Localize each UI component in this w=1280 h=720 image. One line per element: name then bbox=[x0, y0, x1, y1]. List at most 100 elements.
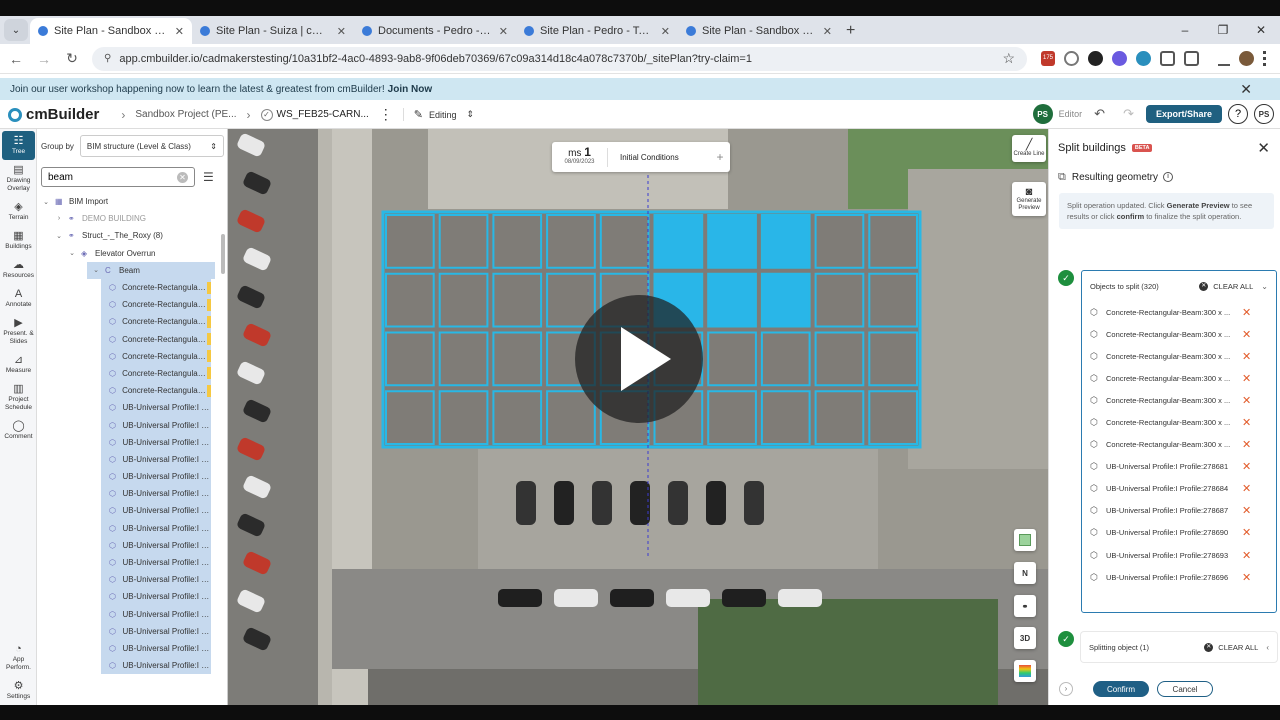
group-by-select[interactable]: BIM structure (Level & Class) ⇕ bbox=[79, 135, 224, 157]
toolbar-schedule[interactable]: ▥ Project Schedule bbox=[0, 379, 37, 416]
puzzle-extension-icon[interactable] bbox=[1184, 51, 1199, 66]
tree-node[interactable]: ⬡ UB-Universal Profile:I Pr... bbox=[101, 571, 211, 589]
tree-node[interactable]: ⬡ Concrete-Rectangular-B... bbox=[101, 313, 211, 331]
tree-node[interactable]: ⬡ Concrete-Rectangular-B... bbox=[101, 330, 211, 348]
tab-close-icon[interactable]: ✕ bbox=[337, 25, 346, 38]
maximize-icon[interactable]: ❐ bbox=[1204, 23, 1242, 37]
basemap-toggle[interactable] bbox=[1014, 529, 1036, 551]
tree-node[interactable]: ⌄ C Beam bbox=[87, 261, 215, 279]
tab-search-icon[interactable]: ⌄ bbox=[4, 19, 28, 41]
browser-tab[interactable]: Site Plan - Suiza | cmBuilder ✕ bbox=[192, 18, 354, 44]
reload-icon[interactable]: ↻ bbox=[60, 50, 84, 67]
remove-object-icon[interactable]: ✕ bbox=[1242, 460, 1251, 473]
object-row[interactable]: ⬡ Concrete-Rectangular-Beam:300 x ... ✕ bbox=[1082, 323, 1276, 345]
tab-close-icon[interactable]: ✕ bbox=[499, 25, 508, 38]
grid-extension-icon[interactable] bbox=[1160, 51, 1175, 66]
tree-node[interactable]: ⬡ UB-Universal Profile:I Pr... bbox=[101, 450, 211, 468]
confirm-button[interactable]: Confirm bbox=[1093, 681, 1149, 697]
camera-extension-icon[interactable] bbox=[1064, 51, 1079, 66]
remove-object-icon[interactable]: ✕ bbox=[1242, 526, 1251, 539]
remove-object-icon[interactable]: ✕ bbox=[1242, 438, 1251, 451]
toolbar-comment[interactable]: ◯ Comment bbox=[0, 416, 37, 445]
remove-object-icon[interactable]: ✕ bbox=[1242, 571, 1251, 584]
expand-caret-icon[interactable]: › bbox=[54, 215, 64, 222]
objects-header[interactable]: Objects to split (320) ✕ CLEAR ALL ⌄ bbox=[1082, 271, 1276, 301]
extension-badge-icon[interactable]: 175 bbox=[1041, 51, 1055, 66]
toolbar-annotate[interactable]: A Annotate bbox=[0, 284, 37, 313]
view-3d-button[interactable]: 3D bbox=[1014, 627, 1036, 649]
tree-node[interactable]: ⬡ Concrete-Rectangular-B... bbox=[101, 296, 211, 314]
breadcrumb-project[interactable]: Sandbox Project (PE... bbox=[135, 109, 236, 120]
object-row[interactable]: ⬡ Concrete-Rectangular-Beam:300 x ... ✕ bbox=[1082, 411, 1276, 433]
toolbar-buildings[interactable]: ▦ Buildings bbox=[0, 226, 37, 255]
remove-object-icon[interactable]: ✕ bbox=[1242, 504, 1251, 517]
expand-caret-icon[interactable]: ⌄ bbox=[41, 198, 51, 206]
profile-avatar[interactable] bbox=[1239, 51, 1254, 66]
phase-selector[interactable]: ms 1 08/09/2023 Initial Conditions ⋮ bbox=[552, 142, 730, 172]
undo-icon[interactable]: ↶ bbox=[1094, 106, 1105, 122]
add-phase-button[interactable]: + bbox=[712, 148, 728, 166]
browser-tab[interactable]: Site Plan - Pedro - Topo | cmBu ✕ bbox=[516, 18, 678, 44]
mode-selector[interactable]: ✎ Editing ⇕ bbox=[402, 108, 474, 121]
tree-node[interactable]: ⬡ UB-Universal Profile:I Pr... bbox=[101, 519, 211, 537]
bookmark-star-icon[interactable]: ☆ bbox=[1002, 50, 1015, 67]
redo-icon[interactable]: ↷ bbox=[1123, 106, 1134, 122]
tree-node[interactable]: ⬡ UB-Universal Profile:I Pr... bbox=[101, 502, 211, 520]
collaborator-avatar[interactable]: PS bbox=[1032, 104, 1053, 124]
tree-node[interactable]: ⬡ UB-Universal Profile:I Pr... bbox=[101, 553, 211, 572]
site-info-icon[interactable]: ⚲ bbox=[104, 53, 111, 64]
remove-object-icon[interactable]: ✕ bbox=[1242, 350, 1251, 363]
tree-node[interactable]: ⬡ UB-Universal Profile:I Pr... bbox=[101, 639, 211, 658]
remove-object-icon[interactable]: ✕ bbox=[1242, 482, 1251, 495]
toolbar-settings[interactable]: ⚙ Settings bbox=[0, 676, 37, 705]
tree-node[interactable]: ⬡ Concrete-Rectangular-B... bbox=[101, 364, 211, 383]
layers-button[interactable]: ⚭ bbox=[1014, 595, 1036, 617]
forward-icon[interactable]: → bbox=[32, 51, 56, 67]
tree-node[interactable]: ⬡ Concrete-Rectangular-B... bbox=[101, 347, 211, 365]
new-tab-button[interactable]: + bbox=[846, 22, 855, 40]
toolbar-resources[interactable]: ☁ Resources bbox=[0, 255, 37, 284]
banner-close-icon[interactable]: ✕ bbox=[1240, 81, 1252, 98]
toolbar-slides[interactable]: ▶ Present. & Slides bbox=[0, 313, 37, 350]
breadcrumb-file[interactable]: WS_FEB25-CARN... bbox=[277, 109, 369, 120]
tree-node[interactable]: ⬡ UB-Universal Profile:I Pr... bbox=[101, 622, 211, 640]
toolbar-measure[interactable]: ⊿ Measure bbox=[0, 350, 37, 379]
tree-node[interactable]: ⬡ UB-Universal Profile:I Pr... bbox=[101, 468, 211, 486]
remove-object-icon[interactable]: ✕ bbox=[1242, 416, 1251, 429]
a-extension-icon[interactable] bbox=[1088, 51, 1103, 66]
clear-search-icon[interactable]: ✕ bbox=[177, 171, 188, 183]
chevron-left-icon[interactable]: ‹ bbox=[1266, 643, 1269, 652]
browser-tab[interactable]: Site Plan - Sandbox Project (PE ✕ bbox=[30, 18, 192, 44]
toolbar-performance[interactable]: ◔ App Perform. bbox=[0, 639, 37, 676]
clear-all-objects-button[interactable]: ✕ CLEAR ALL bbox=[1199, 281, 1253, 291]
object-row[interactable]: ⬡ UB-Universal Profile:I Profile:278690 ✕ bbox=[1082, 522, 1276, 544]
tree-scrollbar[interactable] bbox=[221, 234, 225, 274]
object-row[interactable]: ⬡ Concrete-Rectangular-Beam:300 x ... ✕ bbox=[1082, 345, 1276, 367]
toolbar-terrain[interactable]: ◈ Terrain bbox=[0, 197, 37, 226]
object-row[interactable]: ⬡ UB-Universal Profile:I Profile:278681 ✕ bbox=[1082, 456, 1276, 478]
splitting-object[interactable]: Splitting object (1) ✕ CLEAR ALL ‹ bbox=[1081, 632, 1277, 662]
url-field[interactable]: ⚲ app.cmbuilder.io/cadmakerstesting/10a3… bbox=[92, 46, 1027, 71]
download-icon[interactable] bbox=[1218, 51, 1230, 66]
more-options-icon[interactable]: ⋮ bbox=[379, 106, 393, 123]
info-icon[interactable]: i bbox=[1163, 172, 1174, 182]
object-row[interactable]: ⬡ Concrete-Rectangular-Beam:300 x ... ✕ bbox=[1082, 301, 1276, 323]
expand-caret-icon[interactable]: ⌄ bbox=[54, 232, 64, 240]
flower-extension-icon[interactable] bbox=[1112, 51, 1127, 66]
export-share-button[interactable]: Export/Share bbox=[1145, 105, 1222, 123]
back-icon[interactable]: ← bbox=[4, 51, 28, 67]
banner-join-link[interactable]: Join Now bbox=[388, 84, 432, 95]
tree-node[interactable]: ⬡ UB-Universal Profile:I Pr... bbox=[101, 399, 211, 417]
app-logo[interactable]: cmBuilder bbox=[8, 106, 99, 123]
expand-caret-icon[interactable]: ⌄ bbox=[91, 266, 101, 274]
cloud-extension-icon[interactable] bbox=[1136, 51, 1151, 66]
remove-object-icon[interactable]: ✕ bbox=[1242, 549, 1251, 562]
tree-node[interactable]: ⬡ UB-Universal Profile:I Pr... bbox=[101, 433, 211, 451]
tree-node[interactable]: ⬡ UB-Universal Profile:I Pr... bbox=[101, 605, 211, 623]
chevron-down-icon[interactable]: ⌄ bbox=[1261, 282, 1268, 291]
toolbar-drawing-overlay[interactable]: ▤ Drawing Overlay bbox=[0, 160, 37, 197]
object-row[interactable]: ⬡ Concrete-Rectangular-Beam:300 x ... ✕ bbox=[1082, 367, 1276, 389]
legend-button[interactable] bbox=[1014, 660, 1036, 682]
object-row[interactable]: ⬡ UB-Universal Profile:I Profile:278687 ✕ bbox=[1082, 500, 1276, 522]
video-play-button[interactable] bbox=[575, 295, 703, 423]
